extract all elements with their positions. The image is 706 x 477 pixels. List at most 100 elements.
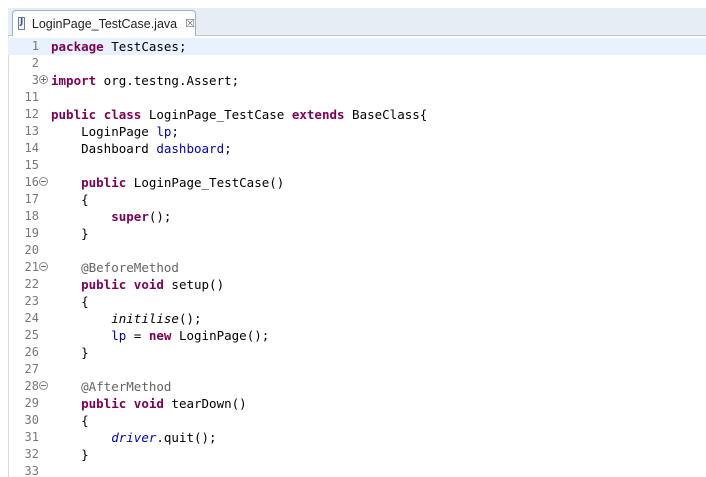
code-token: driver (111, 430, 157, 445)
line-source: package TestCases; (51, 38, 186, 55)
code-line[interactable]: 3 import org.testng.Assert; (8, 72, 706, 89)
code-token: } (51, 345, 89, 360)
code-token: dashboard (156, 141, 225, 156)
code-line[interactable]: 27 (8, 361, 706, 378)
code-token: void (133, 396, 164, 411)
line-source: { (51, 191, 89, 208)
code-token: import (51, 73, 97, 88)
code-line[interactable]: 26 } (8, 344, 706, 361)
code-line[interactable]: 18 super(); (8, 208, 706, 225)
line-number: 32 (24, 447, 39, 461)
line-number: 2 (31, 56, 39, 70)
code-line[interactable]: 29 public void tearDown() (8, 395, 706, 412)
line-source: driver.quit(); (51, 429, 216, 446)
code-token: lp (156, 124, 172, 139)
code-line[interactable]: 25 lp = new LoginPage(); (8, 327, 706, 344)
code-token: package (51, 39, 104, 54)
line-number: 21 (24, 260, 39, 274)
line-number: 17 (24, 192, 39, 206)
line-number: 23 (24, 294, 39, 308)
line-source: public LoginPage_TestCase() (51, 174, 284, 191)
code-line[interactable]: 15 (8, 157, 706, 174)
code-token: @BeforeMethod (81, 260, 179, 275)
code-token: lp (111, 328, 127, 343)
code-token: public (81, 277, 127, 292)
code-token: public (81, 396, 127, 411)
code-token: public (51, 107, 97, 122)
code-line[interactable]: 24 initilise(); (8, 310, 706, 327)
code-line[interactable]: 13 LoginPage lp; (8, 123, 706, 140)
line-source: } (51, 446, 89, 463)
code-token: setup() (163, 277, 225, 292)
code-line[interactable]: 30 { (8, 412, 706, 429)
tab-loginpage-testcase[interactable]: LoginPage_TestCase.java ☒ (12, 10, 196, 36)
line-source: } (51, 344, 89, 361)
code-line[interactable]: 19 } (8, 225, 706, 242)
line-number: 14 (24, 141, 39, 155)
line-number: 33 (24, 464, 39, 477)
code-line[interactable]: 12 public class LoginPage_TestCase extend… (8, 106, 706, 123)
code-line[interactable]: 28 @AfterMethod (8, 378, 706, 395)
code-line[interactable]: 22 public void setup() (8, 276, 706, 293)
code-token: extends (291, 107, 345, 122)
line-source: Dashboard dashboard; (51, 140, 232, 157)
line-number: 13 (24, 124, 39, 138)
line-source: public class LoginPage_TestCase extends … (51, 106, 427, 123)
code-token: LoginPage (51, 124, 157, 139)
line-number: 18 (24, 209, 39, 223)
collapse-fold-icon[interactable] (39, 381, 48, 390)
line-source: import org.testng.Assert; (51, 72, 239, 89)
line-source: { (51, 293, 89, 310)
line-number: 1 (31, 39, 39, 53)
code-token: @AfterMethod (81, 379, 172, 394)
code-token: Dashboard (51, 141, 157, 156)
code-token: { (51, 413, 89, 428)
line-source: { (51, 412, 89, 429)
expand-fold-icon[interactable] (39, 75, 48, 84)
line-source: LoginPage lp; (51, 123, 179, 140)
line-number: 30 (24, 413, 39, 427)
code-token: } (51, 447, 89, 462)
code-token: LoginPage_TestCase (141, 107, 292, 122)
line-number: 20 (24, 243, 39, 257)
code-token: = (126, 328, 149, 343)
code-line[interactable]: 16 public LoginPage_TestCase() (8, 174, 706, 191)
code-token: } (51, 226, 89, 241)
code-line[interactable]: 20 (8, 242, 706, 259)
line-number: 29 (24, 396, 39, 410)
code-token: (); (178, 311, 202, 326)
code-area[interactable]: 1 package TestCases; 2 3 import org.testng.A… (8, 38, 706, 477)
code-token: void (133, 277, 164, 292)
code-token: { (51, 192, 89, 207)
line-number: 19 (24, 226, 39, 240)
code-line[interactable]: 2 (8, 55, 706, 72)
line-number: 26 (24, 345, 39, 359)
code-token: tearDown() (163, 396, 247, 411)
code-line[interactable]: 14 Dashboard dashboard; (8, 140, 706, 157)
code-line[interactable]: 21 @BeforeMethod (8, 259, 706, 276)
collapse-fold-icon[interactable] (39, 177, 48, 186)
code-token: (); (148, 209, 172, 224)
collapse-fold-icon[interactable] (39, 262, 48, 271)
line-source: @BeforeMethod (51, 259, 179, 276)
line-number: 11 (24, 90, 39, 104)
code-line[interactable]: 1 package TestCases; (8, 38, 706, 55)
close-icon[interactable]: ☒ (185, 17, 195, 30)
code-token: initilise (111, 311, 179, 326)
code-line[interactable]: 32 } (8, 446, 706, 463)
code-line[interactable]: 11 (8, 89, 706, 106)
code-line[interactable]: 33 (8, 463, 706, 477)
code-line[interactable]: 31 driver.quit(); (8, 429, 706, 446)
code-line[interactable]: 17 { (8, 191, 706, 208)
code-line[interactable]: 23 { (8, 293, 706, 310)
code-token: class (103, 107, 142, 122)
